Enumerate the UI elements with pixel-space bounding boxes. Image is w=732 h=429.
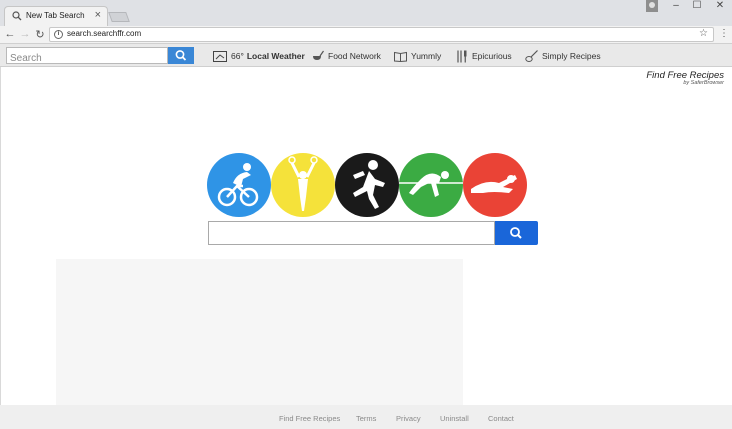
new-tab-button[interactable] [108, 12, 130, 22]
footer: Find Free Recipes Terms Privacy Uninstal… [0, 405, 732, 429]
footer-link-uninstall[interactable]: Uninstall [440, 414, 469, 423]
main-search-button[interactable] [495, 221, 538, 245]
main-search-field[interactable] [208, 221, 495, 245]
toolbar-search-input[interactable] [7, 51, 167, 66]
simply-recipes-link[interactable]: Simply Recipes [525, 49, 601, 63]
utensils-icon [457, 50, 467, 62]
bookmark-star-icon[interactable]: ☆ [699, 28, 708, 39]
page-edge-divider [0, 67, 1, 405]
cyclist-circle [207, 153, 271, 217]
minimize-button[interactable]: – [666, 0, 686, 11]
maximize-button[interactable]: ☐ [687, 0, 707, 11]
toolbar-search-button[interactable] [168, 47, 194, 64]
search-icon [510, 227, 522, 239]
food-network-label: Food Network [328, 51, 381, 61]
epicurious-link[interactable]: Epicurious [456, 49, 512, 63]
browser-toolbar: ← → ↻ i search.searchffr.com ☆ ⋮ [0, 26, 732, 44]
search-icon [12, 11, 22, 21]
local-weather-link[interactable]: 66° Local Weather [213, 49, 305, 63]
search-icon [175, 50, 187, 61]
weather-label: Local Weather [246, 51, 305, 61]
simply-recipes-label: Simply Recipes [542, 51, 601, 61]
book-icon [394, 51, 407, 62]
tab-title: New Tab Search [26, 11, 85, 20]
profile-icon[interactable] [646, 0, 658, 12]
footer-link-contact[interactable]: Contact [488, 414, 514, 423]
back-icon[interactable]: ← [4, 28, 16, 40]
whisk-icon [525, 49, 538, 62]
gymnast-icon [288, 156, 318, 211]
forward-icon[interactable]: → [19, 28, 31, 40]
epicurious-label: Epicurious [472, 51, 512, 61]
weather-temp: 66° [231, 51, 244, 61]
ladle-icon [313, 50, 324, 60]
weather-icon [213, 50, 227, 62]
address-bar[interactable]: i search.searchffr.com ☆ [49, 27, 714, 42]
menu-icon[interactable]: ⋮ [719, 28, 729, 39]
runner-circle [335, 153, 399, 217]
brand-logo[interactable]: Find Free Recipes by SaferBrowser [646, 70, 724, 86]
swimmer-circle [463, 153, 527, 217]
gymnast-circle [271, 153, 335, 217]
tab-strip: New Tab Search × – ☐ ✕ [0, 0, 732, 26]
yummly-label: Yummly [411, 51, 442, 61]
info-icon[interactable]: i [54, 30, 63, 39]
runner-icon [353, 160, 385, 209]
tab-new-tab-search[interactable]: New Tab Search × [4, 6, 108, 26]
high-jumper-icon [399, 171, 463, 197]
extension-toolbar: 66°Local Weather Food Network Yummly Epi… [0, 44, 732, 67]
main-search-input[interactable] [209, 222, 494, 244]
reload-icon[interactable]: ↻ [34, 28, 46, 41]
footer-link-terms[interactable]: Terms [356, 414, 376, 423]
footer-link-find-free-recipes[interactable]: Find Free Recipes [279, 414, 340, 423]
yummly-link[interactable]: Yummly [394, 49, 441, 63]
cyclist-icon [217, 163, 259, 207]
toolbar-search-field[interactable] [6, 47, 168, 66]
high-jumper-circle [399, 153, 463, 217]
suggestions-panel [56, 259, 463, 405]
url-text[interactable]: search.searchffr.com [67, 29, 141, 38]
swimmer-icon [471, 175, 517, 193]
food-network-link[interactable]: Food Network [312, 49, 381, 63]
tab-close-icon[interactable]: × [95, 9, 101, 21]
footer-link-privacy[interactable]: Privacy [396, 414, 421, 423]
close-window-button[interactable]: ✕ [710, 0, 730, 11]
